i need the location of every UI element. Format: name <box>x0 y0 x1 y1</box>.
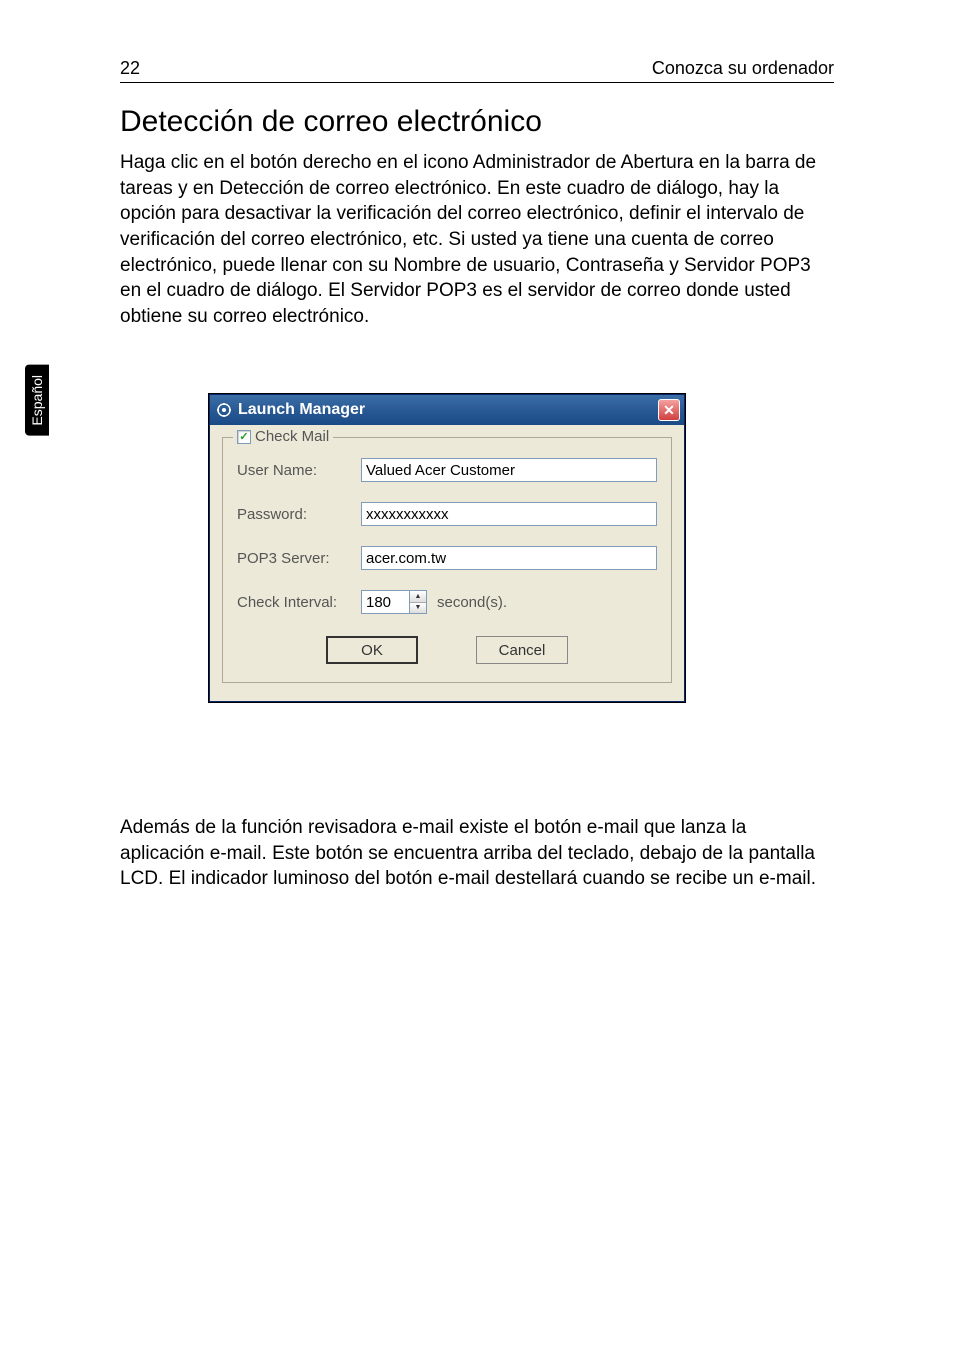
interval-input[interactable] <box>361 590 409 614</box>
username-label: User Name: <box>237 462 361 479</box>
ok-button[interactable]: OK <box>326 636 418 664</box>
dialog-body: Check Mail User Name: Password: POP3 Ser… <box>210 425 684 701</box>
page-title: Detección de correo electrónico <box>120 105 542 139</box>
dialog-titlebar: Launch Manager ✕ <box>210 395 684 425</box>
titlebar-left: Launch Manager <box>216 401 365 419</box>
interval-spinner: ▲ ▼ <box>361 590 427 614</box>
check-mail-groupbox: Check Mail User Name: Password: POP3 Ser… <box>222 437 672 683</box>
pop3-row: POP3 Server: <box>237 546 657 570</box>
dialog-button-row: OK Cancel <box>237 636 657 664</box>
spinner-up-button[interactable]: ▲ <box>410 591 426 603</box>
close-icon: ✕ <box>663 402 675 419</box>
check-mail-label: Check Mail <box>255 428 329 445</box>
seconds-label: second(s). <box>437 594 507 611</box>
pop3-label: POP3 Server: <box>237 550 361 567</box>
groupbox-legend: Check Mail <box>233 428 333 445</box>
header-divider <box>120 82 834 83</box>
chevron-down-icon: ▼ <box>415 604 422 611</box>
app-icon <box>216 402 232 418</box>
check-mail-checkbox[interactable] <box>237 430 251 444</box>
header-section-title: Conozca su ordenador <box>652 58 834 79</box>
pop3-input[interactable] <box>361 546 657 570</box>
paragraph-footer: Además de la función revisadora e-mail e… <box>120 815 834 892</box>
side-tab-language: Español <box>25 365 49 436</box>
page-number: 22 <box>120 58 140 79</box>
spinner-buttons: ▲ ▼ <box>409 590 427 614</box>
cancel-button[interactable]: Cancel <box>476 636 568 664</box>
dialog-title: Launch Manager <box>238 401 365 419</box>
dialog-screenshot: Launch Manager ✕ Check Mail User Name: P… <box>208 393 686 703</box>
interval-label: Check Interval: <box>237 594 361 611</box>
interval-row: Check Interval: ▲ ▼ second(s). <box>237 590 657 614</box>
username-input[interactable] <box>361 458 657 482</box>
password-label: Password: <box>237 506 361 523</box>
chevron-up-icon: ▲ <box>415 593 422 600</box>
paragraph-intro: Haga clic en el botón derecho en el icon… <box>120 150 834 329</box>
close-button[interactable]: ✕ <box>658 399 680 421</box>
password-input[interactable] <box>361 502 657 526</box>
launch-manager-dialog: Launch Manager ✕ Check Mail User Name: P… <box>209 394 685 702</box>
spinner-down-button[interactable]: ▼ <box>410 603 426 614</box>
username-row: User Name: <box>237 458 657 482</box>
password-row: Password: <box>237 502 657 526</box>
